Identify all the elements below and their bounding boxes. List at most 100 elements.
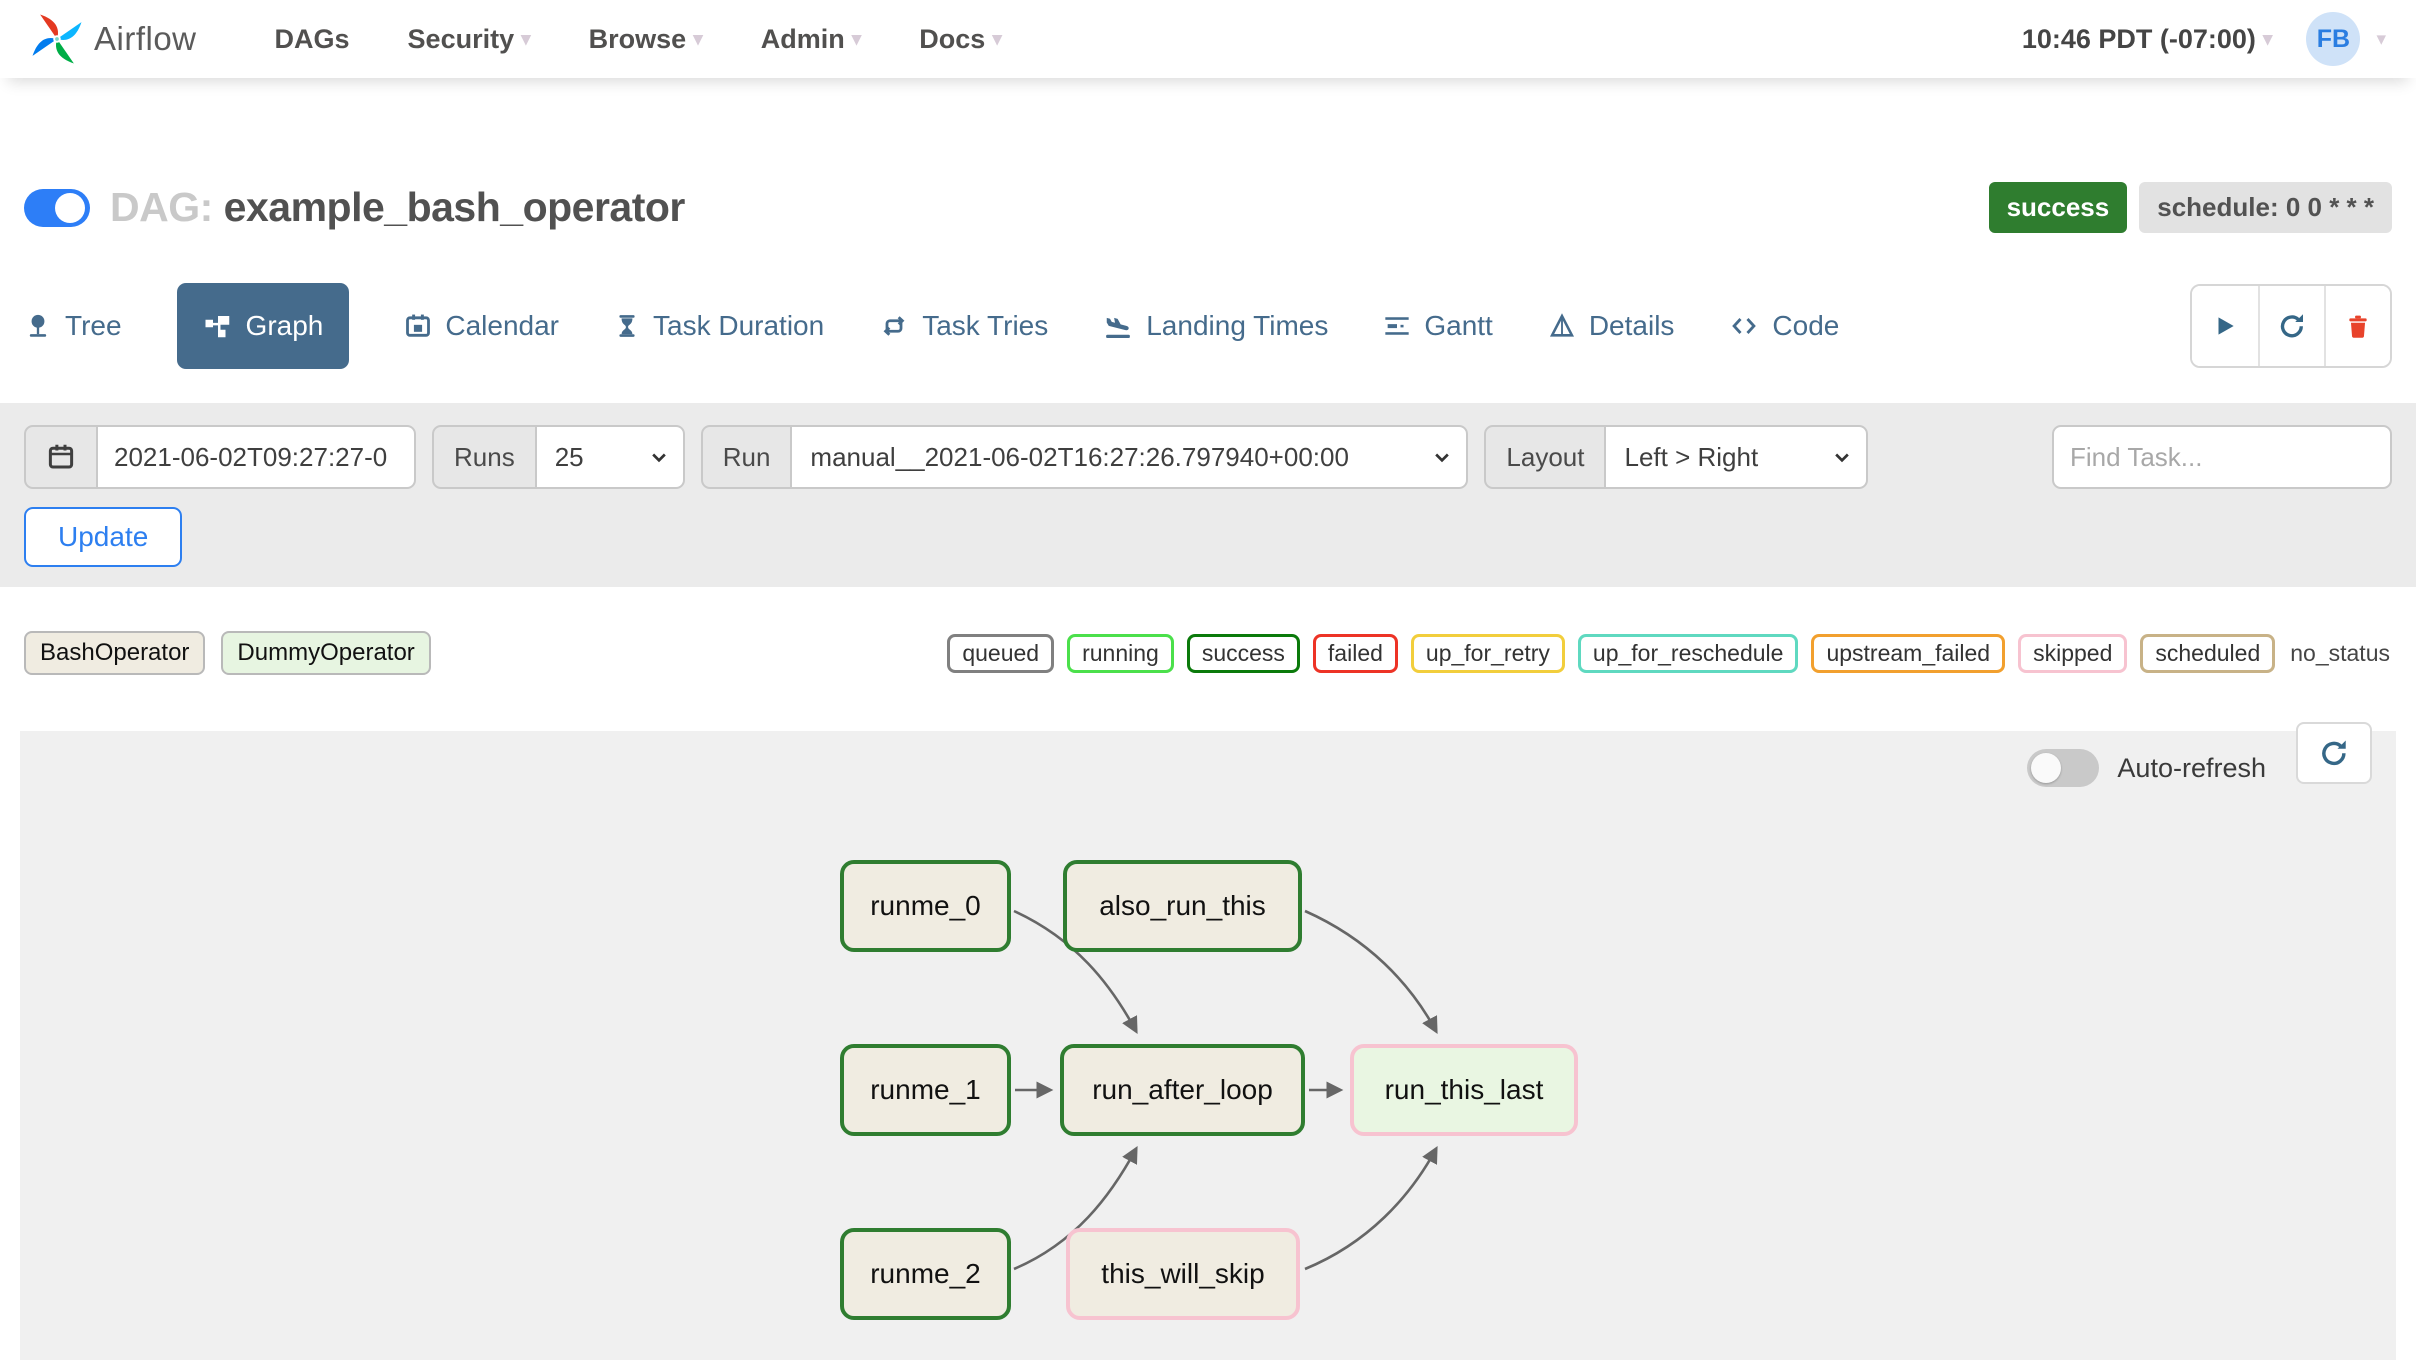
airflow-logo[interactable]: Airflow <box>30 12 197 66</box>
update-button[interactable]: Update <box>24 507 183 567</box>
chevron-down-icon: ▾ <box>2262 28 2273 50</box>
runs-select[interactable]: 25 <box>536 425 685 489</box>
refresh-dag-button[interactable] <box>2258 286 2324 366</box>
auto-refresh-label: Auto-refresh <box>2117 752 2266 783</box>
runs-group: Runs 25 <box>432 425 685 489</box>
status-upstream-failed[interactable]: upstream_failed <box>1811 633 2006 673</box>
nav-admin[interactable]: Admin ▾ <box>761 24 862 55</box>
timezone-selector[interactable]: 10:46 PDT (-07:00) ▾ <box>2022 24 2273 55</box>
status-up-for-reschedule[interactable]: up_for_reschedule <box>1577 633 1799 673</box>
tree-pin-icon <box>29 314 47 337</box>
avatar[interactable]: FB <box>2306 12 2361 66</box>
task-node-also_run_this[interactable]: also_run_this <box>1063 860 1302 952</box>
delete-dag-button[interactable] <box>2324 286 2390 366</box>
edge-this_will_skip-run_this_last <box>1304 1146 1438 1271</box>
tab-calendar[interactable]: Calendar <box>404 310 559 342</box>
layout-label: Layout <box>1484 425 1607 489</box>
status-running[interactable]: running <box>1067 633 1174 673</box>
legend-dummy-operator: DummyOperator <box>221 631 431 675</box>
run-select[interactable]: manual__2021-06-02T16:27:26.797940+00:00 <box>792 425 1469 489</box>
graph-refresh-button[interactable] <box>2296 722 2372 784</box>
status-failed[interactable]: failed <box>1312 633 1398 673</box>
toggle-knob <box>55 192 85 223</box>
gantt-bars-icon <box>1385 317 1410 335</box>
refresh-icon <box>2280 314 2303 338</box>
run-group: Run manual__2021-06-02T16:27:26.797940+0… <box>700 425 1469 489</box>
tab-landing-times[interactable]: Landing Times <box>1103 310 1328 342</box>
status-success[interactable]: success <box>1186 633 1300 673</box>
trigger-dag-button[interactable] <box>2192 286 2258 366</box>
base-date-group <box>24 425 416 489</box>
page-title: DAG: example_bash_operator <box>110 184 685 231</box>
sitemap-icon <box>205 316 229 338</box>
base-date-input[interactable] <box>98 425 416 489</box>
tab-code[interactable]: Code <box>1729 310 1839 342</box>
task-node-runme_0[interactable]: runme_0 <box>840 860 1011 952</box>
chevron-down-icon: ▾ <box>992 28 1002 50</box>
find-task-input[interactable] <box>2052 425 2392 489</box>
dag-graph-panel: runme_0 also_run_this runme_1 run_after_… <box>20 722 2396 1360</box>
tab-graph[interactable]: Graph <box>176 283 350 369</box>
calendar-icon <box>48 444 74 469</box>
chevron-down-icon <box>1835 453 1850 463</box>
task-node-runme_2[interactable]: runme_2 <box>840 1228 1011 1320</box>
triangle-details-icon <box>1549 313 1574 337</box>
code-brackets-icon <box>1732 318 1757 334</box>
schedule-badge[interactable]: schedule: 0 0 * * * <box>2139 182 2392 233</box>
edge-also_run_this-run_this_last <box>1304 909 1438 1034</box>
repeat-icon <box>883 316 905 336</box>
filter-bar: Runs 25 Run manual__2021-06-02T16:27:26.… <box>0 403 2416 587</box>
status-skipped[interactable]: skipped <box>2018 633 2128 673</box>
chevron-down-icon: ▾ <box>693 28 703 50</box>
auto-refresh-toggle[interactable] <box>2027 749 2100 787</box>
pinwheel-icon <box>32 14 82 64</box>
dag-status-badge[interactable]: success <box>1988 182 2128 233</box>
status-scheduled[interactable]: scheduled <box>2140 633 2276 673</box>
tab-gantt[interactable]: Gantt <box>1383 310 1493 342</box>
task-node-runme_1[interactable]: runme_1 <box>840 1044 1011 1136</box>
runs-label: Runs <box>432 425 537 489</box>
view-tabs: Tree Graph Calendar Task Duration Task T… <box>0 281 2416 371</box>
dag-prefix: DAG: <box>110 184 213 230</box>
main-nav: DAGs Security ▾ Browse ▾ Admin ▾ Docs ▾ <box>275 24 1002 55</box>
tab-task-duration[interactable]: Task Duration <box>614 310 824 342</box>
play-icon <box>2218 317 2234 335</box>
dag-pause-toggle[interactable] <box>24 188 90 227</box>
dag-actions-group <box>2190 284 2392 368</box>
task-node-run_after_loop[interactable]: run_after_loop <box>1060 1044 1305 1136</box>
nav-browse[interactable]: Browse ▾ <box>589 24 703 55</box>
status-legend: queued running success failed up_for_ret… <box>947 633 2392 673</box>
calendar-addon[interactable] <box>24 425 98 489</box>
chevron-down-icon: ▾ <box>851 28 862 50</box>
toggle-knob <box>2031 753 2062 783</box>
navbar: Airflow DAGs Security ▾ Browse ▾ Admin ▾ Do… <box>0 0 2416 78</box>
nav-security[interactable]: Security ▾ <box>408 24 531 55</box>
dag-name: example_bash_operator <box>223 184 686 230</box>
legend-bash-operator: BashOperator <box>24 631 206 675</box>
status-queued[interactable]: queued <box>947 633 1055 673</box>
tab-tree[interactable]: Tree <box>24 310 122 342</box>
tab-task-tries[interactable]: Task Tries <box>879 310 1048 342</box>
status-up-for-retry[interactable]: up_for_retry <box>1410 633 1565 673</box>
task-node-run_this_last[interactable]: run_this_last <box>1350 1044 1578 1136</box>
brand-name: Airflow <box>94 20 197 57</box>
layout-select[interactable]: Left > Right <box>1606 425 1869 489</box>
status-no-status: no_status <box>2288 636 2392 670</box>
chevron-down-icon[interactable]: ▾ <box>2376 30 2386 49</box>
chevron-down-icon: ▾ <box>521 28 531 50</box>
dag-header: DAG: example_bash_operator success sched… <box>0 78 2416 233</box>
nav-dags[interactable]: DAGs <box>275 24 350 55</box>
tab-details[interactable]: Details <box>1548 310 1674 342</box>
refresh-icon <box>2322 740 2346 766</box>
task-node-this_will_skip[interactable]: this_will_skip <box>1066 1228 1300 1320</box>
legend-row: BashOperator DummyOperator queued runnin… <box>0 631 2416 675</box>
hourglass-icon <box>619 315 635 337</box>
chevron-down-icon <box>1435 453 1450 463</box>
chevron-down-icon <box>651 453 666 463</box>
calendar-icon <box>406 314 431 337</box>
layout-group: Layout Left > Right <box>1484 425 1869 489</box>
nav-docs[interactable]: Docs ▾ <box>919 24 1002 55</box>
clock-text: 10:46 PDT (-07:00) <box>2021 23 2256 54</box>
trash-icon <box>2349 315 2367 338</box>
run-label: Run <box>700 425 793 489</box>
